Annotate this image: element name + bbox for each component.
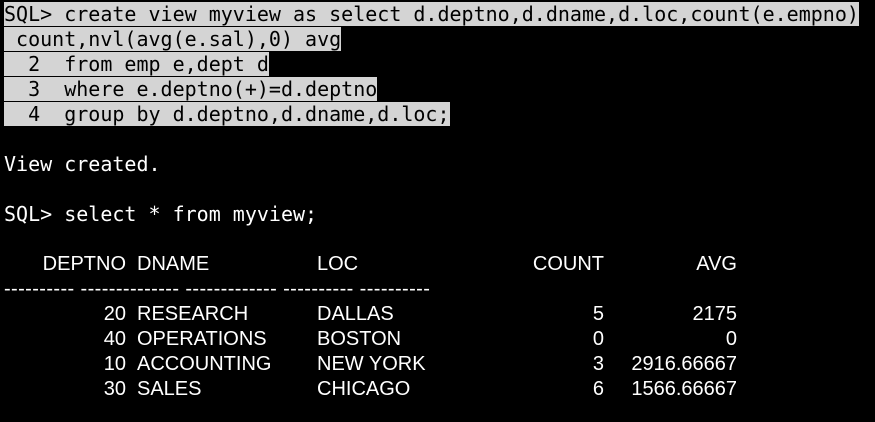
cell-loc: DALLAS bbox=[317, 303, 394, 325]
terminal-window[interactable]: SQL> create view myview as select d.dept… bbox=[0, 0, 875, 422]
sql-create-line-1: SQL> create view myview as select d.dept… bbox=[4, 2, 859, 26]
cell-avg: 0 bbox=[725, 328, 737, 350]
cell-deptno: 40 bbox=[103, 328, 126, 350]
cell-count: 3 bbox=[592, 353, 604, 375]
cell-count: 0 bbox=[592, 328, 604, 350]
cell-loc: NEW YORK bbox=[317, 353, 426, 375]
cell-deptno: 10 bbox=[103, 353, 126, 375]
cell-avg: 2916.66667 bbox=[631, 353, 737, 375]
sql-create-line-4: 3 where e.deptno(+)=d.deptno bbox=[4, 77, 378, 101]
cell-loc: CHICAGO bbox=[317, 378, 411, 400]
column-header-avg: AVG bbox=[696, 253, 737, 275]
cell-deptno: 20 bbox=[103, 303, 126, 325]
sql-create-line-2: count,nvl(avg(e.sal),0) avg bbox=[4, 27, 342, 51]
cell-deptno: 30 bbox=[103, 378, 126, 400]
column-header-deptno: DEPTNO bbox=[42, 253, 126, 275]
cell-dname: OPERATIONS bbox=[137, 328, 267, 350]
sql-create-line-3: 2 from emp e,dept d bbox=[4, 52, 269, 76]
cell-dname: ACCOUNTING bbox=[137, 353, 272, 375]
cell-count: 6 bbox=[592, 378, 604, 400]
cell-count: 5 bbox=[592, 303, 604, 325]
cell-dname: RESEARCH bbox=[137, 303, 249, 325]
column-header-count: COUNT bbox=[532, 253, 604, 275]
cell-avg: 2175 bbox=[692, 303, 738, 325]
cell-dname: SALES bbox=[137, 378, 202, 400]
cell-loc: BOSTON bbox=[317, 328, 402, 350]
sql-create-line-5: 4 group by d.deptno,d.dname,d.loc; bbox=[4, 102, 450, 126]
result-separator: ---------- -------------- ------------- … bbox=[4, 278, 431, 300]
column-header-dname: DNAME bbox=[137, 253, 210, 275]
cell-avg: 1566.66667 bbox=[631, 378, 737, 400]
column-header-loc: LOC bbox=[317, 253, 359, 275]
view-created-message: View created. bbox=[4, 152, 161, 176]
sql-select-line: SQL> select * from myview; bbox=[4, 202, 318, 226]
